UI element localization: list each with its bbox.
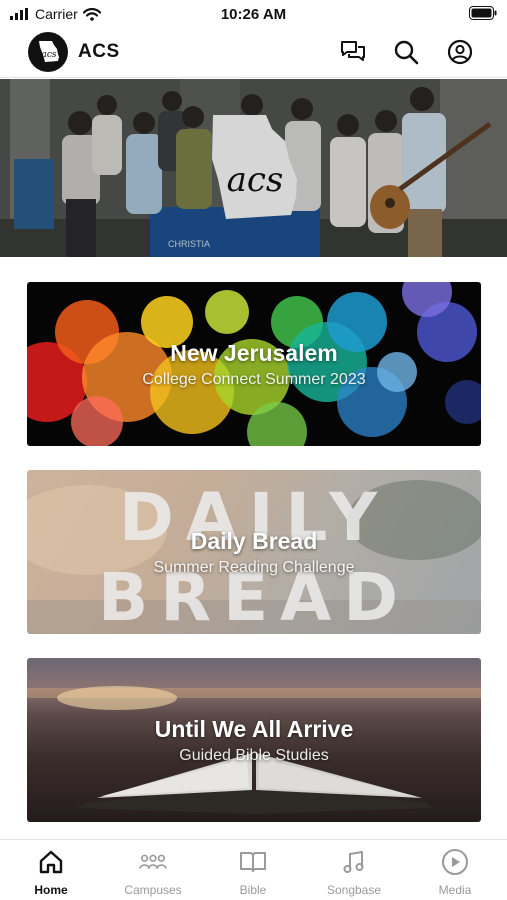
- tab-campuses[interactable]: Campuses: [103, 848, 203, 897]
- card-daily-bread[interactable]: DAILY BREAD Daily Bread Summer Reading C…: [27, 470, 481, 634]
- tab-label: Home: [34, 883, 68, 897]
- tab-home[interactable]: Home: [1, 848, 101, 897]
- card-title: New Jerusalem: [170, 340, 338, 366]
- georgia-logo-icon: acs: [39, 41, 59, 62]
- search-button[interactable]: [391, 37, 421, 67]
- home-icon: [37, 848, 65, 876]
- status-bar: Carrier 10:26 AM: [0, 0, 507, 28]
- logo-text: acs: [41, 50, 56, 60]
- group-photo: CHRISTIA acs: [0, 79, 507, 257]
- chat-button[interactable]: [338, 37, 368, 67]
- account-icon: [447, 39, 473, 65]
- card-subtitle: Guided Bible Studies: [179, 747, 329, 764]
- card-until-we-all-arrive[interactable]: Until We All Arrive Guided Bible Studies: [27, 658, 481, 822]
- play-icon: [441, 848, 469, 876]
- tab-label: Songbase: [326, 883, 382, 897]
- tab-label: Campuses: [124, 883, 182, 897]
- tab-bible[interactable]: Bible: [203, 848, 303, 897]
- tab-label: Bible: [239, 883, 267, 897]
- card-subtitle: College Connect Summer 2023: [142, 371, 366, 388]
- book-icon: [239, 848, 267, 876]
- hero-image: CHRISTIA acs: [0, 79, 507, 257]
- profile-button[interactable]: [445, 37, 475, 67]
- card-title: Daily Bread: [190, 528, 318, 554]
- acs-logo[interactable]: acs: [28, 32, 68, 72]
- battery-icon: [469, 6, 497, 25]
- search-icon: [394, 40, 419, 65]
- tab-media[interactable]: Media: [405, 848, 505, 897]
- tab-bar: Home Campuses Bible Songbase Media: [0, 839, 507, 900]
- chat-icon: [341, 41, 365, 61]
- people-icon: [139, 848, 167, 876]
- status-time: 10:26 AM: [220, 6, 287, 23]
- tab-label: Media: [438, 883, 472, 897]
- music-note-icon: [340, 848, 368, 876]
- card-new-jerusalem[interactable]: New Jerusalem College Connect Summer 202…: [27, 282, 481, 446]
- card-subtitle: Summer Reading Challenge: [153, 559, 355, 576]
- card-title: Until We All Arrive: [154, 716, 354, 742]
- app-title: ACS: [78, 41, 120, 62]
- app-header: acs ACS: [0, 28, 507, 78]
- tab-songbase[interactable]: Songbase: [304, 848, 404, 897]
